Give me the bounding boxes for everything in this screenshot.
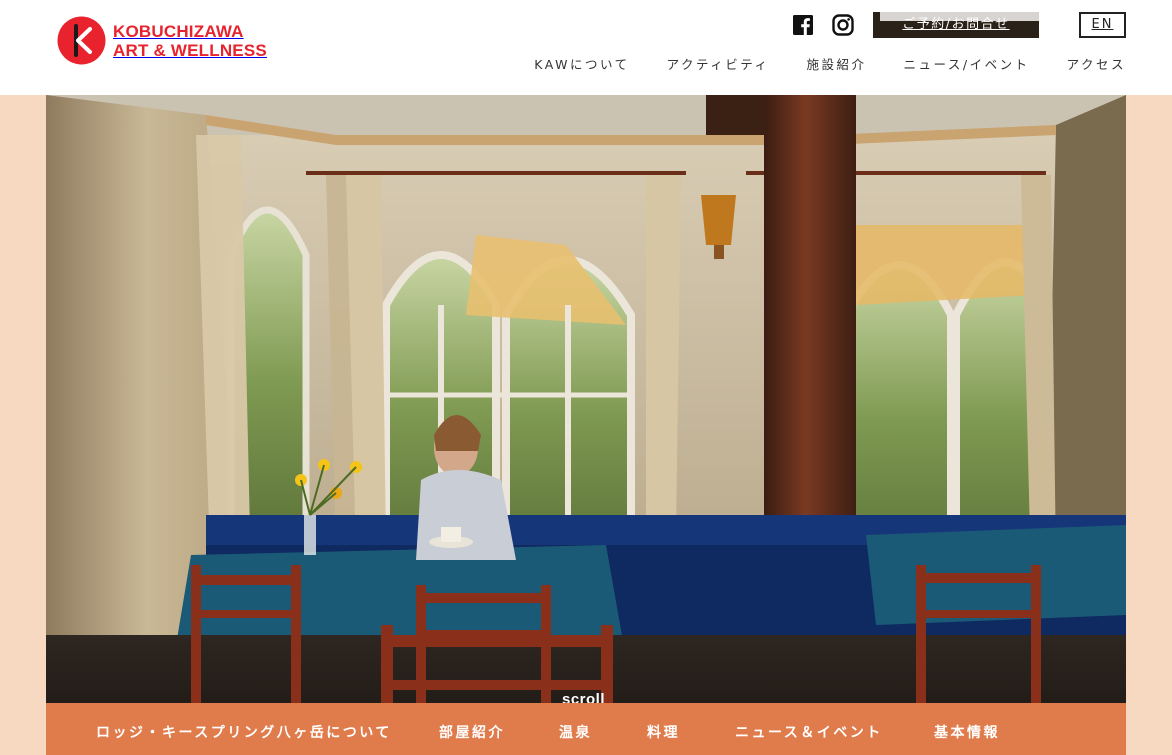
subnav-item-about-lodge[interactable]: ロッジ・キースプリング八ヶ岳について [96, 722, 392, 742]
subnav-item-cuisine[interactable]: 料理 [647, 722, 680, 742]
reservation-label: ご予約/お問合せ [902, 17, 1010, 32]
instagram-icon[interactable] [832, 14, 854, 36]
nav-item-activities[interactable]: アクティビティ [667, 54, 770, 73]
nav-item-facilities[interactable]: 施設紹介 [807, 54, 867, 73]
lodge-subnav: ロッジ・キースプリング八ヶ岳について 部屋紹介 温泉 料理 ニュース＆イベント … [46, 703, 1126, 755]
facebook-icon[interactable] [793, 15, 813, 35]
reservation-button[interactable]: ご予約/お問合せ [873, 12, 1039, 38]
subnav-item-news-events[interactable]: ニュース＆イベント [735, 722, 883, 742]
site-header: KOBUCHIZAWA ART & WELLNESS ご予約/お問合せ EN K… [0, 0, 1172, 95]
nav-item-news-events[interactable]: ニュース/イベント [904, 54, 1030, 73]
subnav-item-onsen[interactable]: 温泉 [559, 722, 592, 742]
nav-item-about[interactable]: KAWについて [534, 54, 629, 73]
logo-mark-icon [57, 16, 106, 65]
language-switch-button[interactable]: EN [1079, 12, 1126, 38]
global-nav: KAWについて アクティビティ 施設紹介 ニュース/イベント アクセス [497, 54, 1126, 73]
language-label: EN [1091, 17, 1114, 32]
nav-item-access[interactable]: アクセス [1067, 54, 1126, 73]
hero-image [46, 95, 1126, 755]
subnav-item-basic-info[interactable]: 基本情報 [934, 722, 1000, 742]
site-logo[interactable]: KOBUCHIZAWA ART & WELLNESS [57, 16, 267, 65]
logo-text: KOBUCHIZAWA ART & WELLNESS [113, 22, 267, 60]
logo-line-1: KOBUCHIZAWA [113, 21, 244, 41]
logo-line-2: ART & WELLNESS [113, 40, 267, 60]
subnav-item-rooms[interactable]: 部屋紹介 [439, 722, 505, 742]
